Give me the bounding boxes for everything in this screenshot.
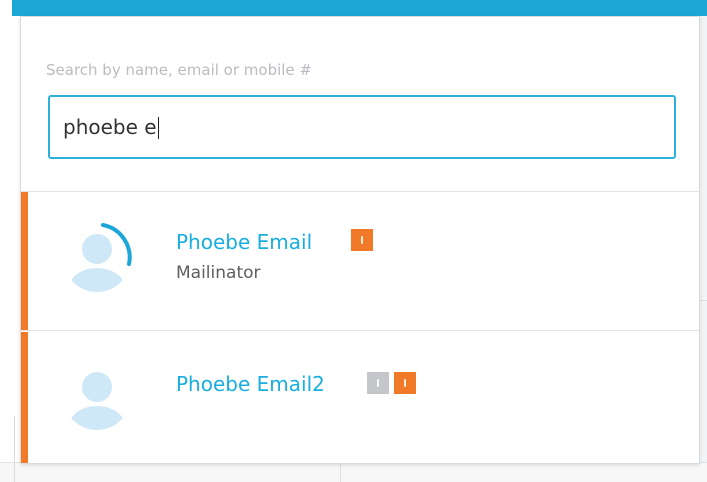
result-name-link[interactable]: Phoebe Email2 <box>176 372 325 396</box>
search-result-item[interactable]: Phoebe Email Mailinator <box>21 192 699 331</box>
background-border <box>14 416 15 482</box>
contact-search-dropdown: Search by name, email or mobile # phoebe… <box>20 16 700 464</box>
search-result-item[interactable]: Phoebe Email2 <box>21 332 699 463</box>
gray-status-badge <box>367 372 389 394</box>
orange-status-badge <box>394 372 416 394</box>
app-top-bar <box>12 0 707 16</box>
text-cursor <box>157 116 159 139</box>
result-name-link[interactable]: Phoebe Email <box>176 230 312 254</box>
orange-status-badge <box>351 229 373 251</box>
result-accent-bar <box>21 192 28 330</box>
background-table-row <box>0 462 707 482</box>
result-subtitle: Mailinator <box>176 263 261 283</box>
dropdown-caret <box>645 23 669 35</box>
search-input[interactable]: phoebe e <box>48 95 676 159</box>
background-panel-edge <box>699 16 707 482</box>
result-accent-bar <box>21 332 28 463</box>
background-table-divider <box>340 462 341 482</box>
background-divider <box>699 300 707 301</box>
search-input-value: phoebe e <box>63 115 157 139</box>
avatar-placeholder-icon <box>61 222 133 294</box>
search-label: Search by name, email or mobile # <box>46 61 313 79</box>
avatar-placeholder-icon <box>61 360 133 432</box>
